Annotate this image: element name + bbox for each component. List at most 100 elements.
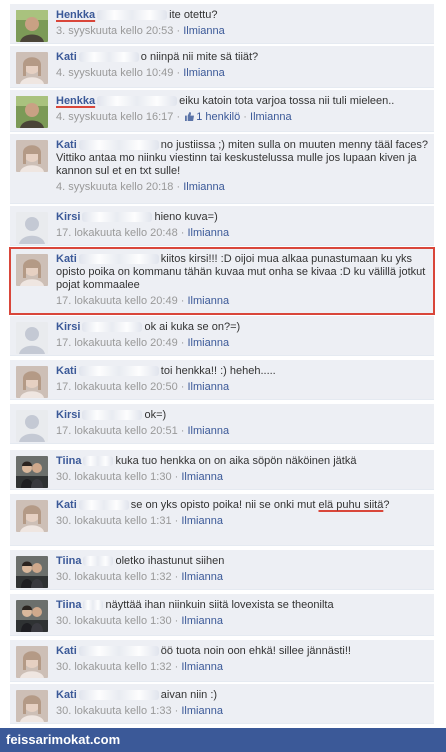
separator: · xyxy=(173,67,184,79)
comment-author-link[interactable]: Kati xyxy=(56,499,77,511)
avatar[interactable] xyxy=(16,322,48,354)
comment-item: Henkka ite otettu? 3. syyskuuta kello 20:5… xyxy=(10,4,434,44)
separator: · xyxy=(171,515,182,527)
comment-author-link[interactable]: Henkka xyxy=(56,95,95,107)
comment-body: Kirsi ok=) 17. lokakuuta kello 20:51 · Ilm… xyxy=(56,409,428,438)
comment-text: öö tuota noin oon ehkä! sillee jännästi!… xyxy=(160,645,351,657)
avatar[interactable] xyxy=(16,600,48,632)
avatar[interactable] xyxy=(16,366,48,398)
comment-author-link[interactable]: Henkka xyxy=(56,9,95,21)
comment-author-link[interactable]: Kati xyxy=(56,139,77,151)
avatar[interactable] xyxy=(16,96,48,128)
comment-text-end: ? xyxy=(383,499,390,511)
comment-body: Henkka ite otettu? 3. syyskuuta kello 20:5… xyxy=(56,9,428,38)
comment-text-line: Kati no justiissa ;) miten sulla on muute… xyxy=(56,139,428,178)
avatar[interactable] xyxy=(16,10,48,42)
comment-timestamp: 17. lokakuuta kello 20:49 xyxy=(56,337,178,349)
redacted-name-blur xyxy=(83,556,114,567)
redacted-name-blur xyxy=(82,212,153,223)
report-link[interactable]: Ilmianna xyxy=(181,515,223,527)
report-link[interactable]: Ilmianna xyxy=(250,111,292,123)
comment-meta: 17. lokakuuta kello 20:49 · Ilmianna xyxy=(56,295,428,308)
comment-body: Kati no justiissa ;) miten sulla on muute… xyxy=(56,139,428,194)
report-link[interactable]: Ilmianna xyxy=(181,705,223,717)
separator: · xyxy=(171,615,182,627)
comment-author-link[interactable]: Kirsi xyxy=(56,409,80,421)
comment-text-line: Kati o niinpä nii mite sä tiiät? xyxy=(56,51,428,64)
comment-body: Kati se on yks opisto poika! nii se onki … xyxy=(56,499,428,528)
comment-item: Henkka eiku katoin tota varjoa tossa nii … xyxy=(10,90,434,132)
redacted-name-blur xyxy=(97,10,168,21)
report-link[interactable]: Ilmianna xyxy=(181,661,223,673)
redacted-name-blur xyxy=(78,254,159,265)
report-link[interactable]: Ilmianna xyxy=(183,25,225,37)
comment-text: oletko ihastunut siihen xyxy=(115,555,225,567)
like-count-link[interactable]: 1 henkilö xyxy=(183,111,240,123)
redacted-name-blur xyxy=(78,646,159,657)
comment-meta: 17. lokakuuta kello 20:48 · Ilmianna xyxy=(56,227,428,240)
separator: · xyxy=(173,181,184,193)
comment-timestamp: 30. lokakuuta kello 1:30 xyxy=(56,471,172,483)
comment-author-link[interactable]: Tiina xyxy=(56,455,81,467)
avatar[interactable] xyxy=(16,556,48,588)
comment-text-line: Kirsi ok=) xyxy=(56,409,428,422)
comment-body: Henkka eiku katoin tota varjoa tossa nii … xyxy=(56,95,428,124)
report-link[interactable]: Ilmianna xyxy=(181,571,223,583)
report-link[interactable]: Ilmianna xyxy=(183,67,225,79)
avatar[interactable] xyxy=(16,500,48,532)
comment-author-link[interactable]: Kati xyxy=(56,645,77,657)
comment-text: toi henkka!! :) heheh..... xyxy=(160,365,276,377)
comment-timestamp: 4. syyskuuta kello 16:17 xyxy=(56,111,174,123)
comment-meta: 3. syyskuuta kello 20:53 · Ilmianna xyxy=(56,25,428,38)
comment-text-line: Kati se on yks opisto poika! nii se onki … xyxy=(56,499,428,512)
comment-author-link[interactable]: Kirsi xyxy=(56,211,80,223)
comment-author-link[interactable]: Tiina xyxy=(56,599,81,611)
avatar[interactable] xyxy=(16,410,48,442)
avatar[interactable] xyxy=(16,456,48,488)
comment-item: Kirsi ok ai kuka se on?=) 17. lokakuuta ke… xyxy=(10,316,434,356)
avatar[interactable] xyxy=(16,52,48,84)
comment-meta: 17. lokakuuta kello 20:50 · Ilmianna xyxy=(56,381,428,394)
comment-meta: 30. lokakuuta kello 1:33 · Ilmianna xyxy=(56,705,428,718)
avatar[interactable] xyxy=(16,140,48,172)
comment-text: kuka tuo henkka on on aika söpön näköine… xyxy=(115,455,357,467)
redacted-name-blur xyxy=(82,322,143,333)
comment-item: Kirsi hieno kuva=) 17. lokakuuta kello 20:… xyxy=(10,206,434,246)
comment-author-link[interactable]: Kati xyxy=(56,689,77,701)
avatar[interactable] xyxy=(16,212,48,244)
report-link[interactable]: Ilmianna xyxy=(183,181,225,193)
comment-item: Kati o niinpä nii mite sä tiiät? 4. syysku… xyxy=(10,46,434,88)
redacted-name-blur xyxy=(83,456,114,467)
comment-item: Kati toi henkka!! :) heheh..... 17. lokaku… xyxy=(10,360,434,400)
avatar[interactable] xyxy=(16,646,48,678)
comment-author-link[interactable]: Kirsi xyxy=(56,321,80,333)
report-link[interactable]: Ilmianna xyxy=(187,295,229,307)
report-link[interactable]: Ilmianna xyxy=(181,471,223,483)
thumbs-up-icon xyxy=(185,112,195,121)
comment-author-link[interactable]: Kati xyxy=(56,51,77,63)
comment-meta: 30. lokakuuta kello 1:30 · Ilmianna xyxy=(56,471,428,484)
report-link[interactable]: Ilmianna xyxy=(187,337,229,349)
report-link[interactable]: Ilmianna xyxy=(187,227,229,239)
comment-text: se on yks opisto poika! nii se onki mut xyxy=(130,499,319,511)
report-link[interactable]: Ilmianna xyxy=(187,425,229,437)
comment-text: ok ai kuka se on?=) xyxy=(144,321,241,333)
comment-item: Kati öö tuota noin oon ehkä! sillee jännä… xyxy=(10,640,434,682)
comment-author-link[interactable]: Kati xyxy=(56,365,77,377)
comment-timestamp: 3. syyskuuta kello 20:53 xyxy=(56,25,174,37)
report-link[interactable]: Ilmianna xyxy=(187,381,229,393)
separator: · xyxy=(240,111,251,123)
redacted-name-blur xyxy=(78,690,159,701)
avatar[interactable] xyxy=(16,690,48,722)
comment-author-link[interactable]: Tiina xyxy=(56,555,81,567)
report-link[interactable]: Ilmianna xyxy=(181,615,223,627)
comment-item: Kati se on yks opisto poika! nii se onki … xyxy=(10,494,434,546)
avatar[interactable] xyxy=(16,254,48,286)
comment-author-link[interactable]: Kati xyxy=(56,253,77,265)
comment-body: Tiina näyttää ihan niinkuin siitä lovexis… xyxy=(56,599,428,628)
comment-text: hieno kuva=) xyxy=(154,211,218,223)
comment-body: Kati o niinpä nii mite sä tiiät? 4. syysku… xyxy=(56,51,428,80)
comment-text-line: Henkka ite otettu? xyxy=(56,9,428,22)
comment-item: Tiina näyttää ihan niinkuin siitä lovexis… xyxy=(10,594,434,636)
comment-text-line: Tiina oletko ihastunut siihen xyxy=(56,555,428,568)
